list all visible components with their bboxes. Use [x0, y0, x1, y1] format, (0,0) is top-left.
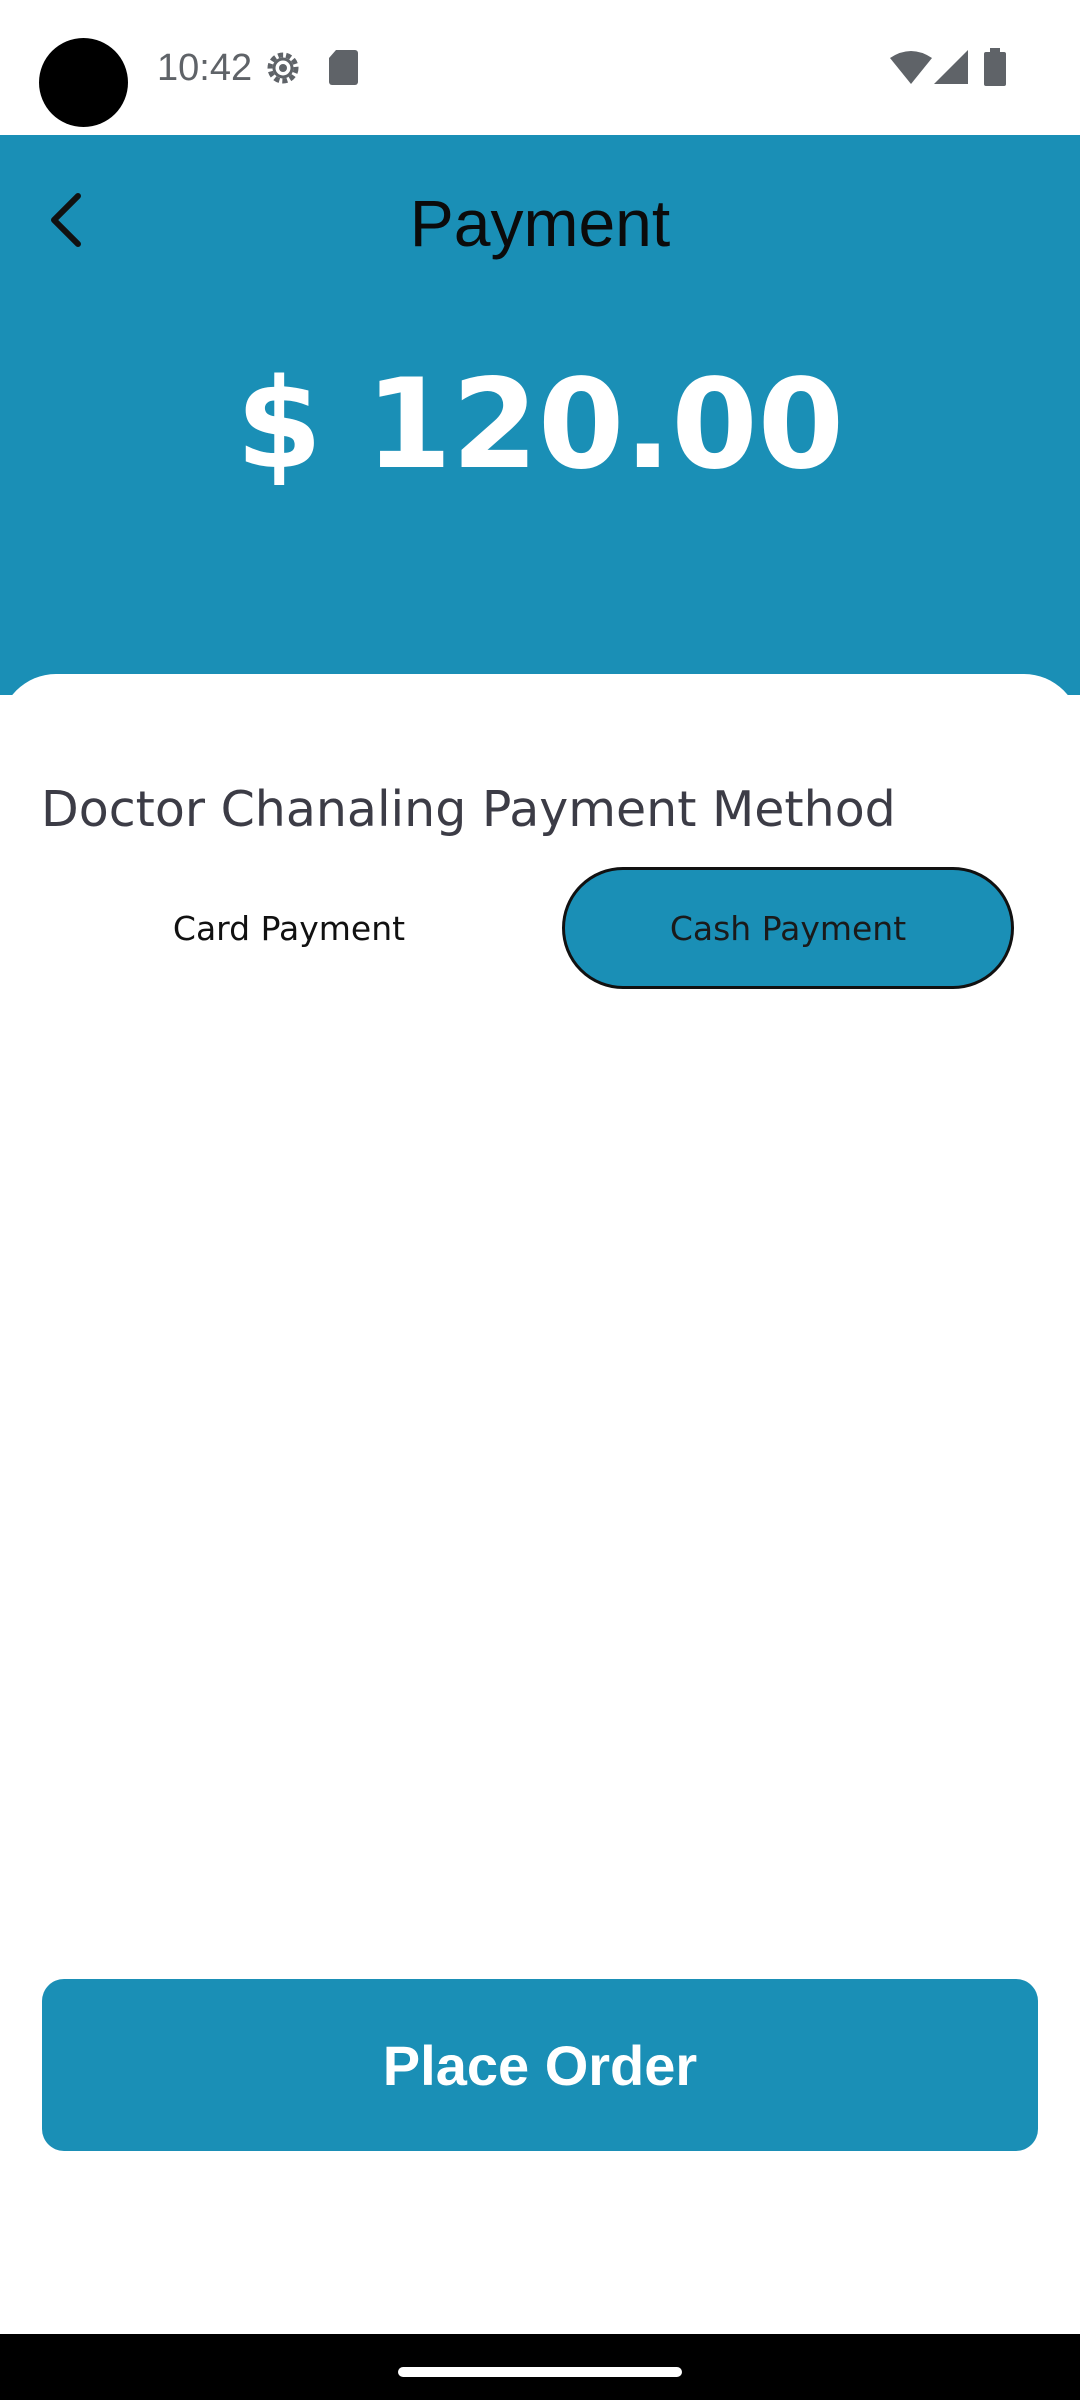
- payment-method-title: Doctor Chanaling Payment Method: [41, 781, 896, 838]
- battery-icon: [984, 48, 1006, 90]
- cell-signal-icon: [934, 50, 968, 88]
- status-bar: 10:42: [0, 0, 1080, 135]
- payment-sheet: Doctor Chanaling Payment Method Card Pay…: [0, 674, 1080, 2334]
- settings-gear-icon: [263, 48, 303, 92]
- payment-screen: 10:42 Payment $ 120.00 Doctor Chanaling …: [0, 0, 1080, 2400]
- wifi-icon: [890, 50, 932, 88]
- camera-cutout: [39, 38, 128, 127]
- cash-payment-label: Cash Payment: [669, 908, 907, 948]
- place-order-label: Place Order: [382, 2033, 698, 2097]
- sd-card-icon: [327, 48, 359, 90]
- card-payment-label: Card Payment: [172, 908, 406, 948]
- place-order-button[interactable]: Place Order: [42, 1979, 1038, 2151]
- system-nav-bar: [0, 2334, 1080, 2400]
- cash-payment-option[interactable]: Cash Payment: [562, 867, 1014, 989]
- card-payment-option[interactable]: Card Payment: [63, 867, 515, 989]
- home-gesture-handle[interactable]: [398, 2367, 682, 2377]
- page-title: Payment: [409, 186, 671, 260]
- payment-amount: $ 120.00: [236, 353, 844, 497]
- payment-header: Payment $ 120.00: [0, 135, 1080, 695]
- status-time: 10:42: [157, 47, 253, 89]
